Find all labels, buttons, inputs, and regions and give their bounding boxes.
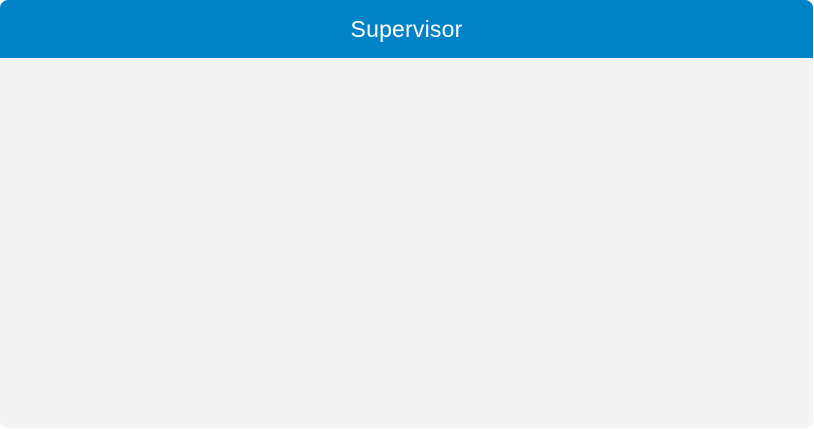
- panel-title: Supervisor: [350, 15, 463, 42]
- supervisor-panel: Supervisor: [0, 0, 813, 428]
- panel-body: [0, 58, 813, 428]
- panel-header: Supervisor: [0, 0, 813, 58]
